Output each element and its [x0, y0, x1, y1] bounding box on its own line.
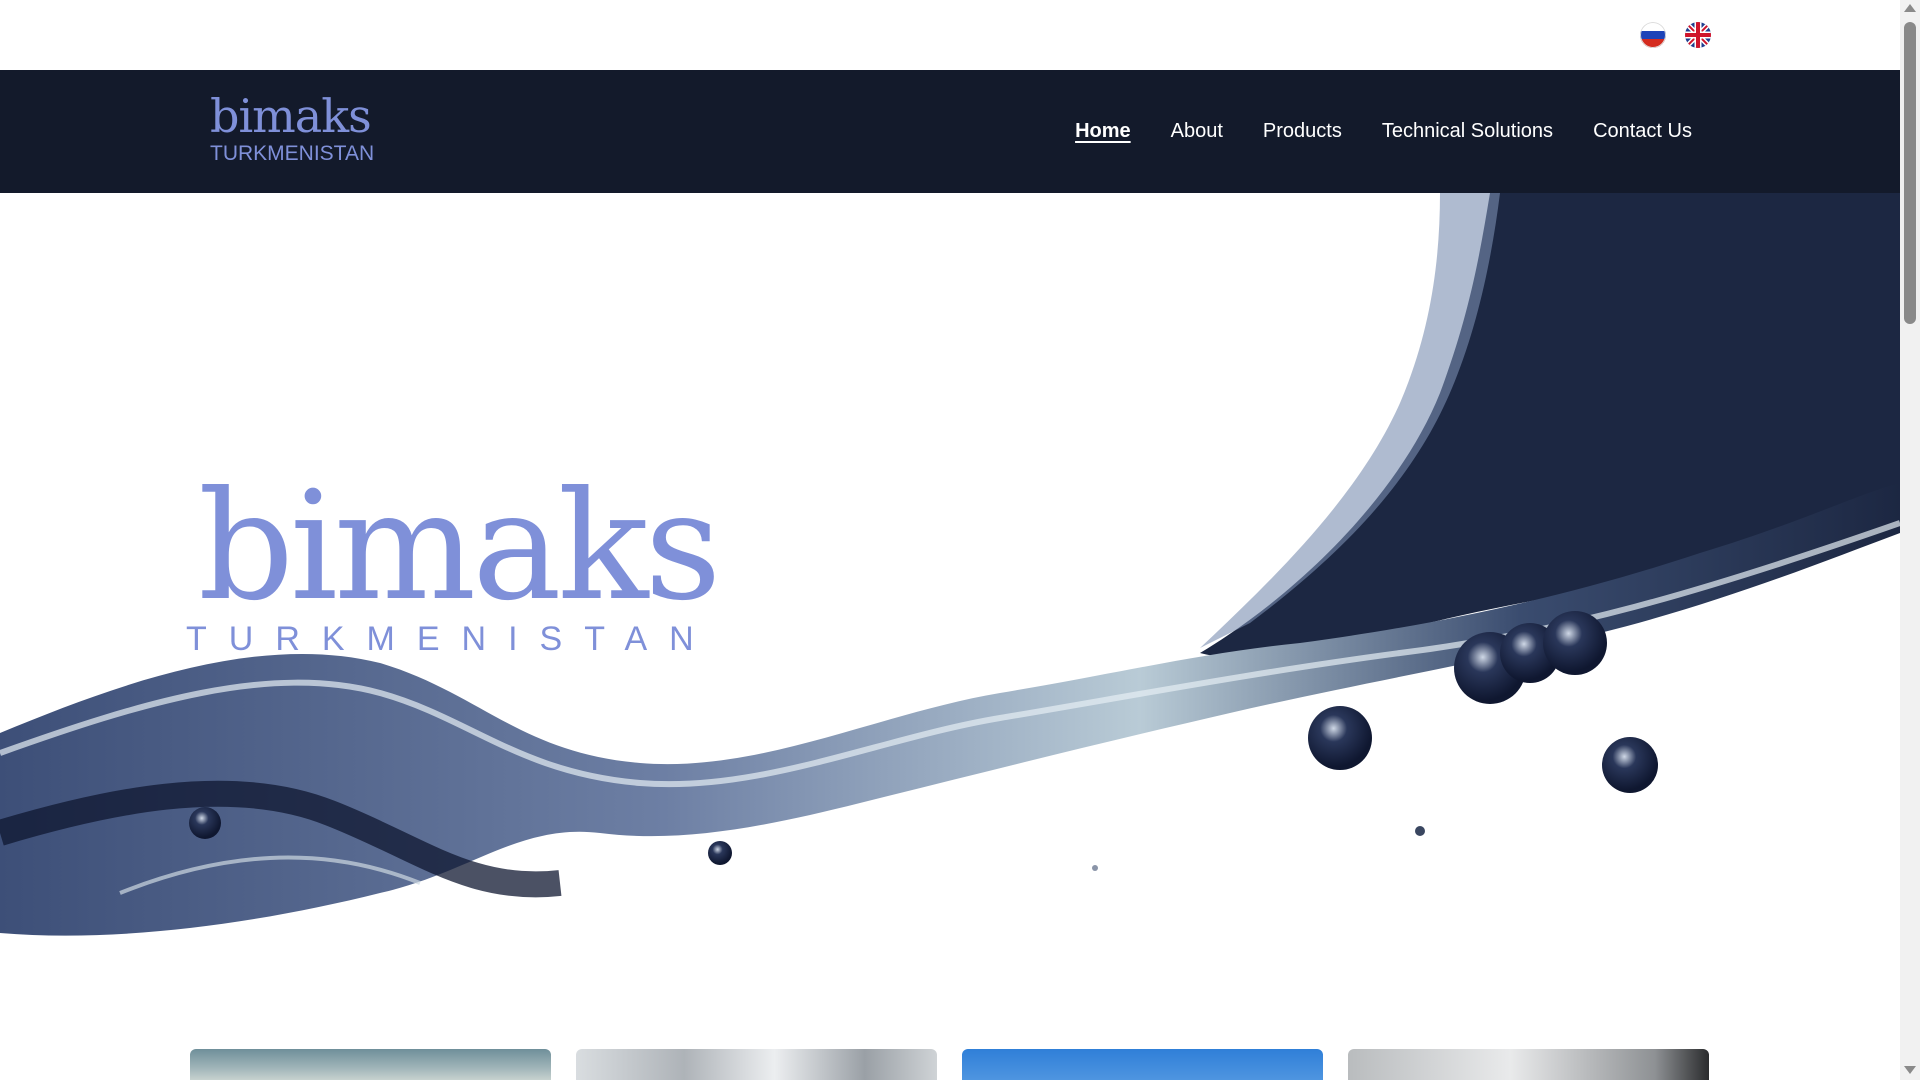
product-card[interactable]	[1348, 1049, 1709, 1080]
language-bar	[0, 0, 1900, 70]
product-cards-row	[190, 1049, 1712, 1080]
hero-banner: bimaks TURKMENISTAN	[0, 193, 1900, 950]
page: bimaks TURKMENISTAN Home About Products …	[0, 0, 1920, 1080]
nav-link-home[interactable]: Home	[1075, 120, 1131, 143]
scrollbar-thumb[interactable]	[1904, 22, 1916, 324]
hero-logo-subtitle: TURKMENISTAN	[186, 620, 716, 658]
nav-menu: Home About Products Technical Solutions …	[1075, 70, 1692, 193]
logo-wordmark: bimaks	[210, 89, 372, 143]
scroll-up-arrow-icon[interactable]	[1904, 4, 1916, 12]
nav-link-about[interactable]: About	[1171, 120, 1223, 143]
product-card[interactable]	[576, 1049, 937, 1080]
nav-link-technical-solutions[interactable]: Technical Solutions	[1382, 120, 1553, 143]
site-logo[interactable]: bimaks TURKMENISTAN	[210, 92, 380, 172]
nav-link-contact-us[interactable]: Contact Us	[1593, 120, 1692, 143]
main-navbar: bimaks TURKMENISTAN Home About Products …	[0, 70, 1900, 193]
uk-flag-icon[interactable]	[1685, 22, 1711, 48]
nav-link-products[interactable]: Products	[1263, 120, 1342, 143]
logo-subtitle: TURKMENISTAN	[210, 142, 375, 165]
scroll-down-arrow-icon[interactable]	[1904, 1066, 1916, 1074]
product-card[interactable]	[962, 1049, 1323, 1080]
product-card[interactable]	[190, 1049, 551, 1080]
russia-flag-icon[interactable]	[1640, 22, 1666, 48]
hero-logo-wordmark: bimaks	[198, 460, 722, 634]
page-scrollbar[interactable]	[1900, 0, 1920, 1080]
hero-logo: bimaks TURKMENISTAN	[186, 460, 722, 660]
